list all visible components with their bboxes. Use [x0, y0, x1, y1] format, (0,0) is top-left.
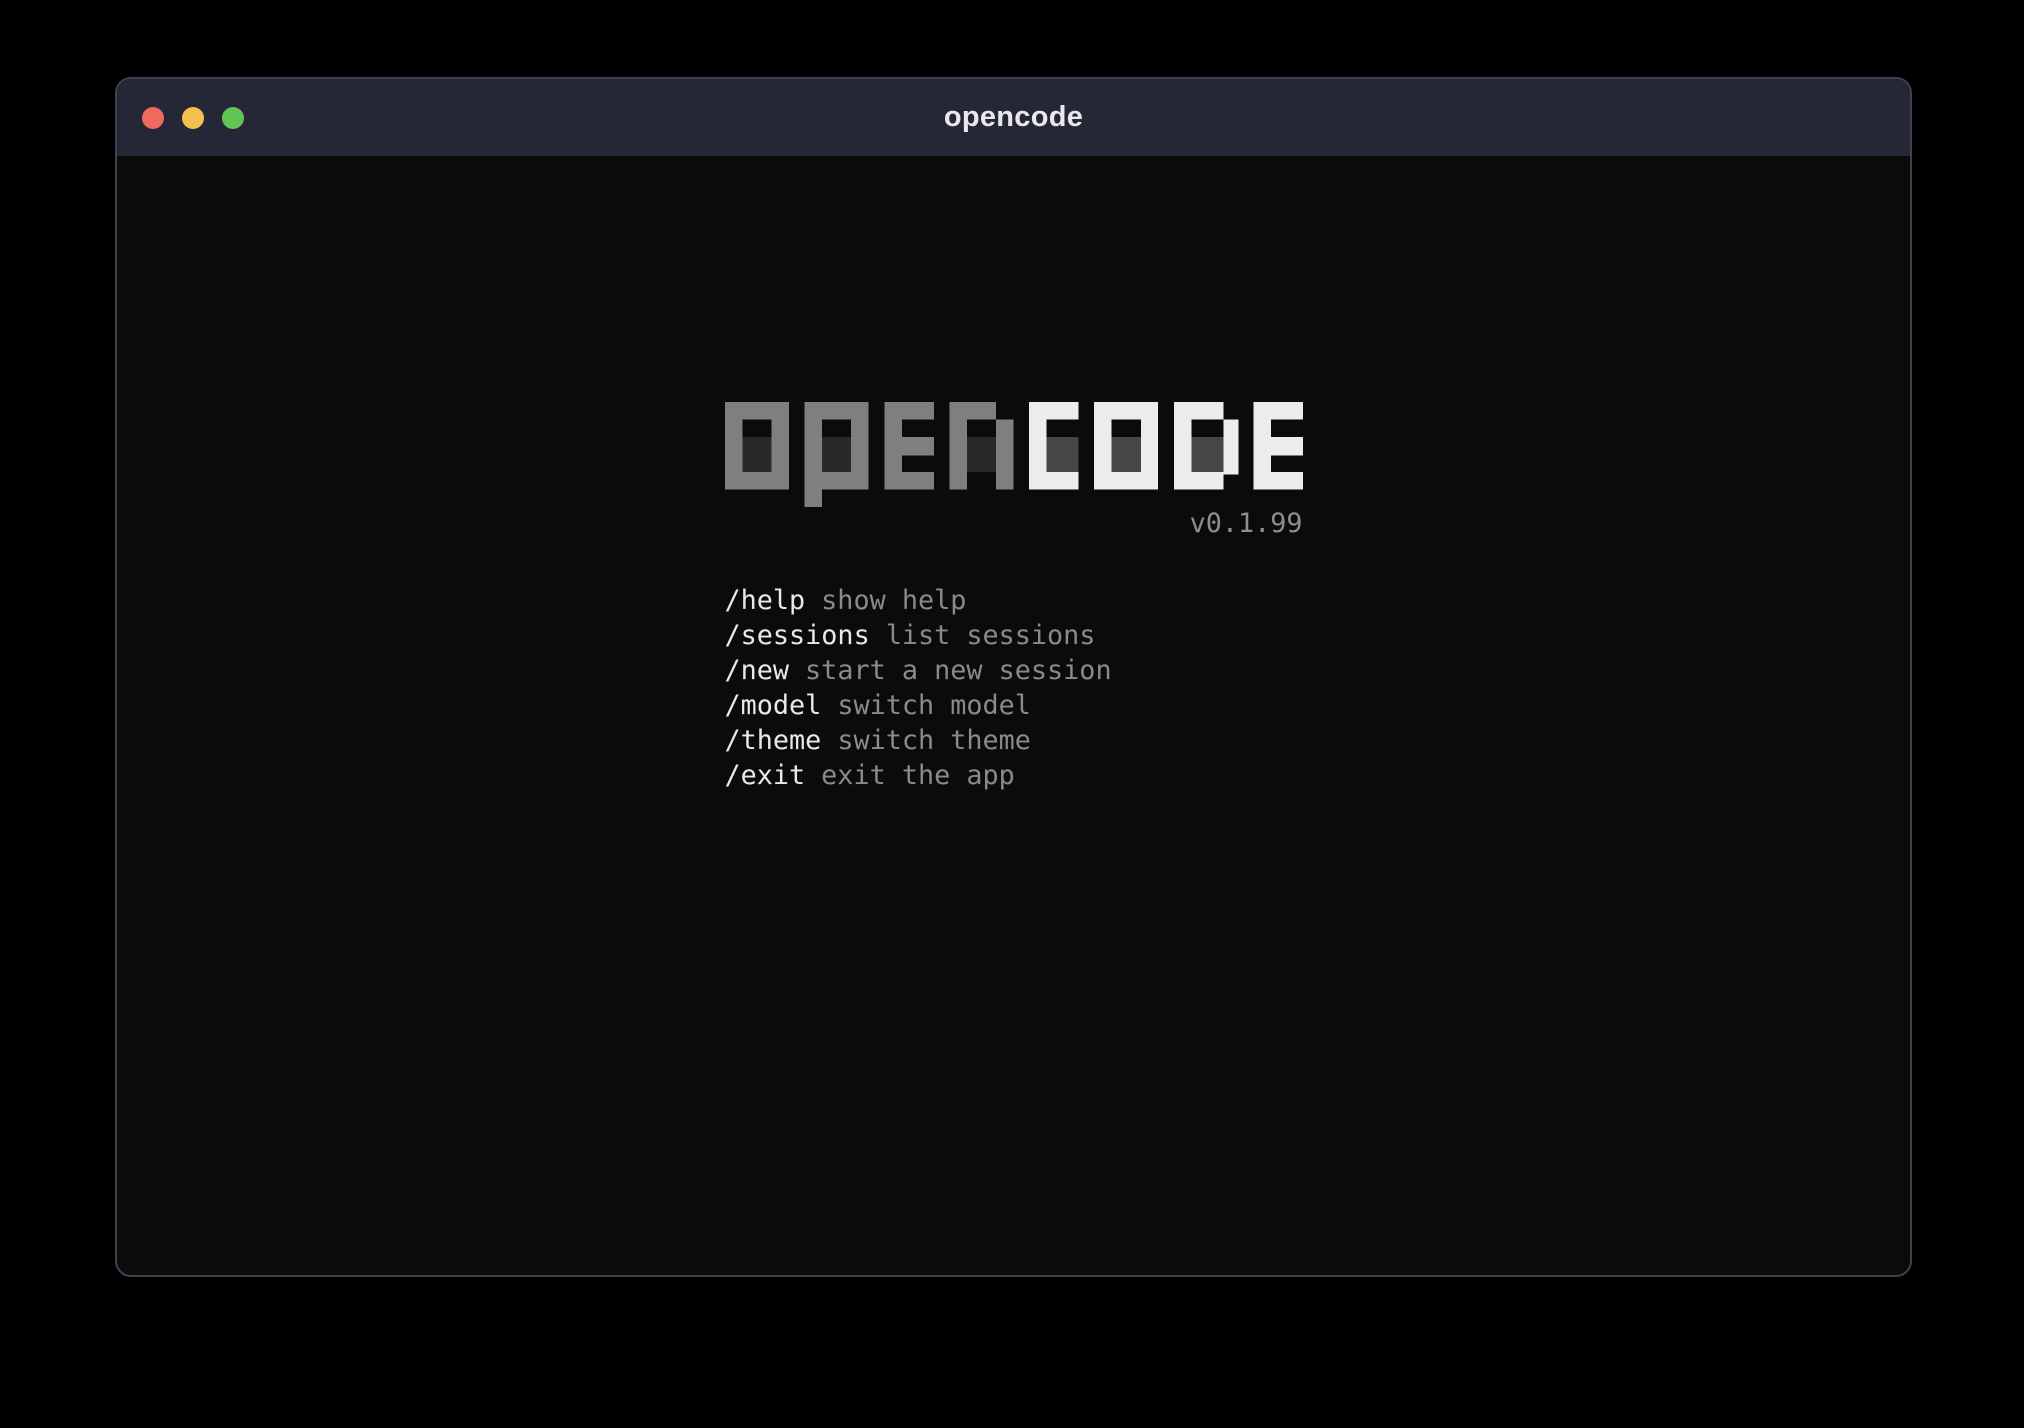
command-name: /help [725, 583, 806, 618]
command-entry: /exit exit the app [725, 758, 1303, 793]
window-title: opencode [944, 101, 1083, 134]
traffic-lights [142, 79, 244, 156]
terminal-content: v0.1.99 /help show help/sessions list sess… [117, 402, 1910, 1277]
titlebar: opencode [117, 79, 1910, 156]
app-window: opencode [115, 77, 1912, 1277]
command-list: /help show help/sessions list sessions/new… [725, 583, 1303, 793]
close-button[interactable] [142, 107, 164, 129]
command-description: exit the app [821, 758, 1015, 793]
opencode-logo [725, 402, 1303, 507]
command-description: list sessions [886, 618, 1096, 653]
command-description: start a new session [805, 653, 1112, 688]
maximize-button[interactable] [222, 107, 244, 129]
command-description: switch model [837, 688, 1031, 723]
command-description: show help [821, 583, 966, 618]
version-label: v0.1.99 [725, 510, 1303, 537]
hero-section: v0.1.99 /help show help/sessions list sess… [725, 402, 1303, 793]
minimize-button[interactable] [182, 107, 204, 129]
command-entry: /new start a new session [725, 653, 1303, 688]
command-name: /sessions [725, 618, 870, 653]
command-name: /new [725, 653, 790, 688]
command-name: /model [725, 688, 822, 723]
command-entry: /theme switch theme [725, 723, 1303, 758]
command-description: switch theme [837, 723, 1031, 758]
command-entry: /sessions list sessions [725, 618, 1303, 653]
command-entry: /help show help [725, 583, 1303, 618]
command-name: /theme [725, 723, 822, 758]
command-name: /exit [725, 758, 806, 793]
command-entry: /model switch model [725, 688, 1303, 723]
logo-code-counters [1046, 437, 1223, 472]
